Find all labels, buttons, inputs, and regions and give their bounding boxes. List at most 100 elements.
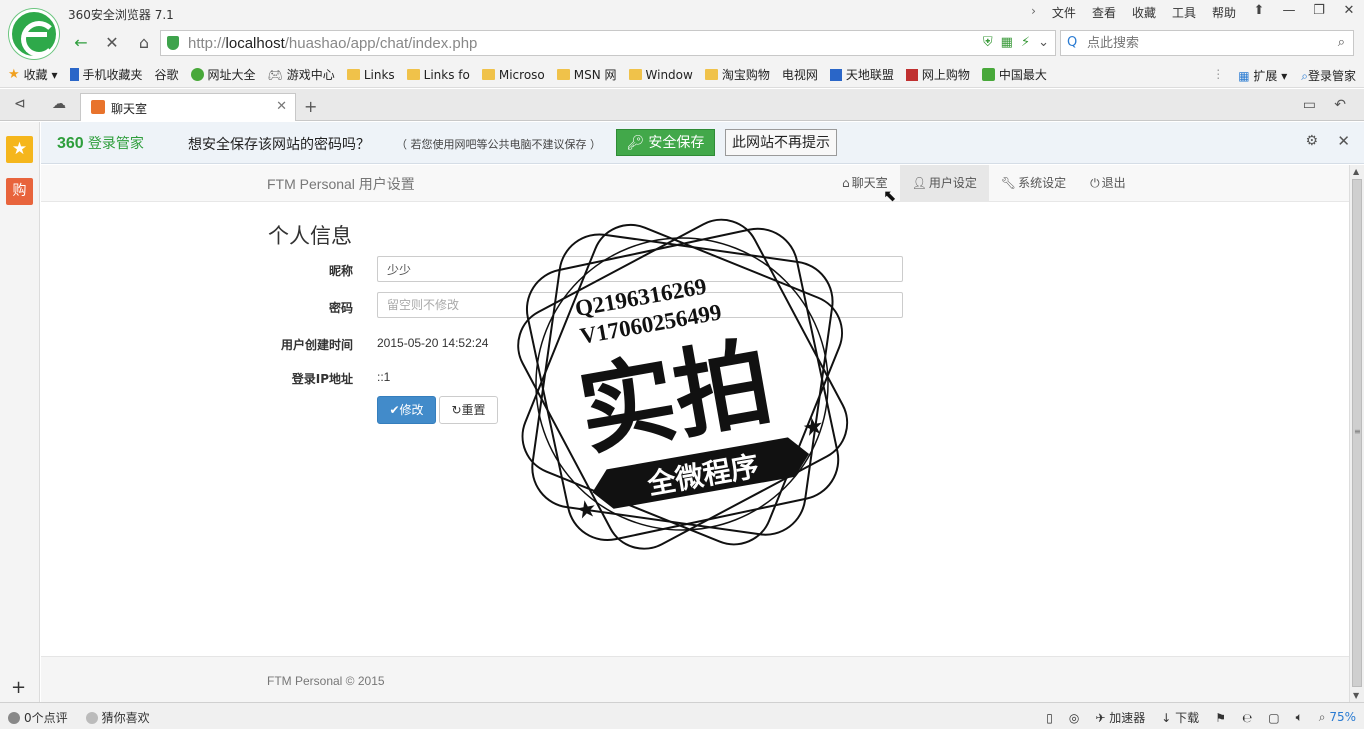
login-manager-logo: 360 登录管家 xyxy=(57,135,144,152)
minimize-button[interactable]: — xyxy=(1274,0,1304,22)
menu-help[interactable]: 帮助 xyxy=(1204,4,1244,21)
tab-list-icon[interactable]: ▭ xyxy=(1303,97,1316,113)
flag-icon[interactable]: ⚑ xyxy=(1215,711,1226,725)
bookmarks-bar: ★ 收藏 ▾ 手机收藏夹 谷歌 网址大全 🎮︎ 游戏中心 Links Links f… xyxy=(0,62,1364,239)
mobile-icon[interactable]: ▯ xyxy=(1046,711,1053,725)
dropdown-chevron-icon[interactable]: ⌄ xyxy=(1038,35,1049,50)
scroll-up-icon[interactable]: ▲ xyxy=(1353,167,1359,176)
login-ip-value: ::1 xyxy=(377,370,391,384)
ie-icon[interactable]: ℮ xyxy=(1242,711,1252,725)
scroll-down-icon[interactable]: ▼ xyxy=(1353,691,1359,700)
reset-button[interactable]: ↻重置 xyxy=(439,396,498,424)
extensions-button[interactable]: ▦ 扩展 ▾ xyxy=(1238,67,1287,84)
save-password-question: 想安全保存该网站的密码吗？ xyxy=(188,137,370,153)
nav-system-settings[interactable]: 🔧︎ 系统设定 xyxy=(989,165,1078,202)
close-window-button[interactable]: ✕ xyxy=(1334,0,1364,22)
undo-close-icon[interactable]: ↶ xyxy=(1334,97,1346,113)
bookmark-mobile[interactable]: 手机收藏夹 xyxy=(69,66,143,83)
back-button[interactable]: ← xyxy=(68,30,94,56)
nav-user-settings[interactable]: 👤︎ 用户设定 xyxy=(899,165,989,202)
cloud-icon[interactable]: ☁ xyxy=(52,96,66,112)
url-text[interactable]: http://localhost/huashao/app/chat/index.… xyxy=(188,35,477,52)
public-computer-note: （ 若您使用网吧等公共电脑不建议保存 ） xyxy=(396,138,601,151)
folder-icon xyxy=(628,69,642,80)
home-button[interactable]: ⌂ xyxy=(131,30,157,56)
bookmark-taobao[interactable]: 淘宝购物 xyxy=(704,66,770,83)
speed-icon[interactable]: ◎ xyxy=(1069,711,1079,725)
window-icon[interactable]: ▢ xyxy=(1268,711,1279,725)
bookmark-tiandi[interactable]: 天地联盟 xyxy=(829,66,894,83)
shopping-bag-icon[interactable]: 购 xyxy=(6,178,33,205)
more-icon[interactable]: ⋮ xyxy=(1212,67,1224,84)
nickname-input[interactable] xyxy=(377,256,903,282)
status-left: 0个点评 猜你喜欢 xyxy=(8,709,150,726)
secure-save-button[interactable]: 🔑︎ 安全保存 xyxy=(616,129,715,156)
lightning-icon[interactable]: ⚡ xyxy=(1021,35,1030,50)
bookmark-links[interactable]: Links xyxy=(346,68,395,82)
app-nav: ⌂ 聊天室 👤︎ 用户设定 🔧︎ 系统设定 ⏻ 退出 xyxy=(830,165,1138,202)
search-box[interactable]: Q ⌕ xyxy=(1060,30,1354,56)
bookmark-favorites[interactable]: ★ 收藏 ▾ xyxy=(8,66,58,83)
password-input[interactable] xyxy=(377,292,903,318)
never-for-site-button[interactable]: 此网站不再提示 xyxy=(725,129,837,156)
search-input[interactable] xyxy=(1087,35,1327,50)
search-engine-icon[interactable]: Q xyxy=(1067,35,1077,50)
bookmark-windows[interactable]: Window xyxy=(628,68,693,82)
nav-logout[interactable]: ⏻ 退出 xyxy=(1078,165,1138,202)
accelerator-button[interactable]: ✈ 加速器 xyxy=(1095,709,1145,726)
tab-chatroom[interactable]: 聊天室 ✕ xyxy=(80,93,296,121)
bookmark-google[interactable]: 谷歌 xyxy=(41,66,179,239)
zoom-level[interactable]: ⌕ 75% xyxy=(1319,710,1356,725)
reviews-count[interactable]: 0个点评 xyxy=(8,709,68,726)
stop-button[interactable]: ✕ xyxy=(99,30,125,56)
favorites-star-icon[interactable]: ★ xyxy=(6,136,33,163)
vertical-scrollbar[interactable]: ▲ ≡ ▼ xyxy=(1349,165,1364,702)
download-button[interactable]: ↓ 下载 xyxy=(1161,709,1199,726)
close-icon[interactable]: ✕ xyxy=(1337,132,1350,150)
bookmark-shopping[interactable]: 网上购物 xyxy=(905,66,970,83)
bookmark-china[interactable]: 中国最大 xyxy=(981,66,1047,83)
bookmark-tv[interactable]: 电视网 xyxy=(41,66,818,239)
login-manager-button[interactable]: ⌕登录管家 xyxy=(1301,67,1356,84)
shirt-icon[interactable]: ⬆ xyxy=(1244,0,1274,22)
password-save-bar: 360 登录管家 想安全保存该网站的密码吗？ （ 若您使用网吧等公共电脑不建议保… xyxy=(41,122,1364,164)
sidebar-toggle-icon[interactable]: ⊲ xyxy=(14,96,26,112)
verified-shield-icon[interactable]: ⛨ xyxy=(983,35,993,50)
app-navbar: FTM Personal 用户设置 ⌂ 聊天室 👤︎ 用户设定 🔧︎ 系统设定 ⏻ 退出 xyxy=(41,165,1349,202)
review-icon xyxy=(8,712,20,724)
add-sidebar-icon[interactable]: + xyxy=(11,677,26,698)
address-icons: ⛨ ▦ ⚡ ⌄ xyxy=(983,35,1049,50)
password-label: 密码 xyxy=(328,301,353,315)
bookmark-msn[interactable]: MSN 网 xyxy=(556,66,617,83)
refresh-icon: ↻ xyxy=(451,403,462,417)
address-bar[interactable]: http://localhost/huashao/app/chat/index.… xyxy=(160,30,1056,56)
qr-code-icon[interactable]: ▦ xyxy=(1001,35,1013,50)
chevron-right-icon[interactable]: › xyxy=(1023,4,1044,21)
browser-logo[interactable] xyxy=(9,9,59,59)
new-tab-button[interactable]: + xyxy=(304,97,317,116)
bookmark-microsoft[interactable]: Microso xyxy=(481,68,545,82)
maximize-button[interactable]: ❐ xyxy=(1304,0,1334,22)
menu-file[interactable]: 文件 xyxy=(1044,4,1084,21)
bookmark-links-for[interactable]: Links fo xyxy=(406,68,470,82)
bookmark-hao[interactable]: 网址大全 xyxy=(190,66,256,83)
close-tab-icon[interactable]: ✕ xyxy=(276,99,287,114)
folder-icon xyxy=(556,69,570,80)
gear-icon[interactable]: ⚙ xyxy=(1305,133,1318,149)
security-shield-icon xyxy=(167,36,179,50)
submit-button[interactable]: ✔修改 xyxy=(377,396,436,424)
bookmark-games[interactable]: 🎮︎ 游戏中心 xyxy=(268,66,335,83)
app-brand[interactable]: FTM Personal 用户设置 xyxy=(267,174,415,194)
recommend-icon xyxy=(85,712,98,724)
menu-view[interactable]: 查看 xyxy=(1084,4,1124,21)
star-icon: ★ xyxy=(8,67,20,82)
gamepad-icon: 🎮︎ xyxy=(267,67,283,82)
search-icon[interactable]: ⌕ xyxy=(1338,35,1345,50)
recommendations[interactable]: 猜你喜欢 xyxy=(85,709,150,726)
created-time-label: 用户创建时间 xyxy=(280,338,353,352)
green-circle-icon xyxy=(190,68,204,81)
volume-icon[interactable]: 🔈︎ xyxy=(1296,710,1303,725)
nickname-label: 昵称 xyxy=(328,264,353,278)
menu-favorites[interactable]: 收藏 xyxy=(1124,4,1164,21)
menu-tools[interactable]: 工具 xyxy=(1164,4,1204,21)
